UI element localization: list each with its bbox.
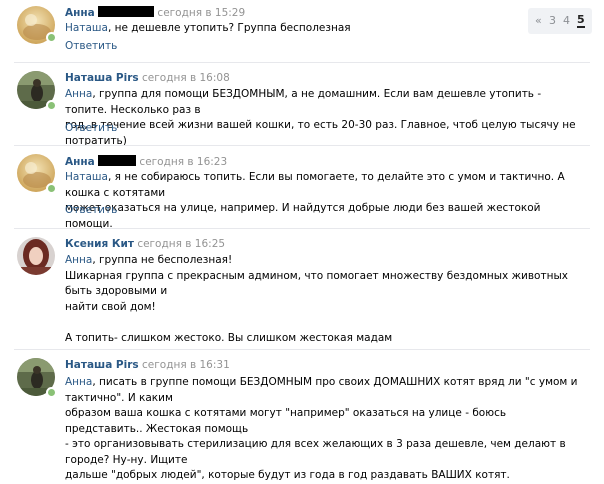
comment-line: образом ваша кошка с котятами могут "нап…: [65, 407, 507, 435]
author-name[interactable]: Наташа Pirs: [65, 359, 139, 371]
online-indicator: [46, 32, 57, 43]
reply-button[interactable]: Ответить: [65, 204, 117, 216]
comment-line: А топить- слишком жестоко. Вы слишком же…: [65, 331, 393, 344]
comment-line: дальше "добрых людей", которые будут из …: [65, 469, 510, 481]
addressee-link[interactable]: Наташа: [65, 22, 108, 34]
comment-time[interactable]: сегодня в 16:23: [139, 156, 227, 168]
online-indicator: [46, 387, 57, 398]
comment-line-rest: , группа для помощи БЕЗДОМНЫМ, а не дома…: [65, 88, 542, 116]
comment-text: Анна, группа не бесполезная! Шикарная гр…: [65, 253, 585, 346]
online-indicator: [46, 183, 57, 194]
comment-line-rest: , группа не бесполезная!: [92, 254, 233, 266]
author-name[interactable]: Ксения Кит: [65, 238, 134, 250]
comment-header: Наташа Pirs сегодня в 16:31: [65, 359, 230, 371]
comment-line-rest: , не дешевле утопить? Группа бесполезная: [107, 22, 351, 34]
redacted-surname: [98, 155, 137, 166]
comment-header: Анна сегодня в 15:29: [65, 6, 245, 19]
redacted-surname: [98, 6, 155, 17]
comment-4: Ксения Кит сегодня в 16:25 Анна, группа …: [0, 229, 604, 349]
addressee-link[interactable]: Анна: [65, 376, 92, 388]
author-name[interactable]: Наташа Pirs: [65, 72, 139, 84]
comment-text: Наташа, я не собираюсь топить. Если вы п…: [65, 170, 585, 232]
comment-time[interactable]: сегодня в 16:25: [137, 238, 225, 250]
comment-text: Анна, группа для помощи БЕЗДОМНЫМ, а не …: [65, 87, 585, 149]
comment-header: Анна сегодня в 16:23: [65, 155, 227, 168]
addressee-link[interactable]: Анна: [65, 254, 92, 266]
comment-time[interactable]: сегодня в 15:29: [157, 7, 245, 19]
comment-3: Анна сегодня в 16:23 Наташа, я не собира…: [0, 146, 604, 230]
author-name[interactable]: Анна: [65, 156, 95, 168]
comment-header: Наташа Pirs сегодня в 16:08: [65, 72, 230, 84]
comment-1: Анна сегодня в 15:29 Наташа, не дешевле …: [0, 0, 604, 62]
addressee-link[interactable]: Анна: [65, 88, 92, 100]
comment-line: Наташа, я не собираюсь топить. Если вы п…: [65, 170, 585, 201]
comment-line: найти свой дом!: [65, 300, 156, 313]
comment-line-rest: , я не собираюсь топить. Если вы помогае…: [65, 171, 565, 199]
comment-line: Анна, группа для помощи БЕЗДОМНЫМ, а не …: [65, 87, 585, 118]
comment-time[interactable]: сегодня в 16:08: [142, 72, 230, 84]
reply-button[interactable]: Ответить: [65, 122, 117, 134]
comment-text: Наташа, не дешевле утопить? Группа беспо…: [65, 21, 585, 37]
comment-time[interactable]: сегодня в 16:31: [142, 359, 230, 371]
avatar[interactable]: [17, 237, 55, 275]
comment-line: - это организовывать стерилизацию для вс…: [65, 438, 566, 466]
addressee-link[interactable]: Наташа: [65, 171, 108, 183]
comment-line: Анна, писать в группе помощи БЕЗДОМНЫМ п…: [65, 375, 585, 406]
comment-5: Наташа Pirs сегодня в 16:31 Анна, писать…: [0, 350, 604, 481]
comment-line: Наташа, не дешевле утопить? Группа беспо…: [65, 21, 585, 37]
reply-button[interactable]: Ответить: [65, 40, 117, 52]
online-indicator: [46, 100, 57, 111]
comment-line: Шикарная группа с прекрасным админом, чт…: [65, 269, 568, 298]
comment-line-rest: , писать в группе помощи БЕЗДОМНЫМ про с…: [65, 376, 578, 404]
comment-text: Анна, писать в группе помощи БЕЗДОМНЫМ п…: [65, 375, 585, 484]
comment-header: Ксения Кит сегодня в 16:25: [65, 238, 225, 250]
comment-2: Наташа Pirs сегодня в 16:08 Анна, группа…: [0, 63, 604, 147]
comment-line: [65, 315, 585, 331]
author-name[interactable]: Анна: [65, 7, 95, 19]
comment-line: Анна, группа не бесполезная!: [65, 253, 585, 269]
